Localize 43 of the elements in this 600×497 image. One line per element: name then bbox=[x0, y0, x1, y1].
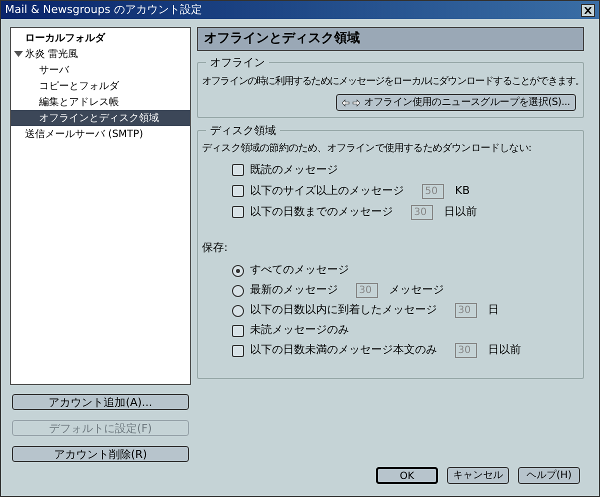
unit-label: 日以前 bbox=[488, 342, 521, 358]
option-label: 以下の日数以内に到着したメッセージ bbox=[250, 302, 437, 318]
tree-item[interactable]: コピーとフォルダ bbox=[37, 78, 121, 94]
disk-intro: ディスク領域の節約のため、オフラインで使用するためダウンロードしない: bbox=[202, 142, 532, 156]
twisty-icon[interactable] bbox=[14, 51, 23, 57]
offline-description: オフラインの時に利用するためにメッセージをローカルにダウンロードすることができます。 bbox=[202, 74, 584, 89]
checkbox[interactable] bbox=[232, 164, 244, 176]
window-title: Mail & Newsgroups のアカウント設定 bbox=[5, 2, 202, 18]
tree-item[interactable]: サーバ bbox=[37, 62, 71, 78]
account-button[interactable]: アカウント追加(A)... bbox=[12, 394, 189, 410]
option-label: 最新のメッセージ bbox=[250, 282, 338, 298]
radio-button[interactable] bbox=[232, 284, 244, 296]
unit-label: KB bbox=[455, 182, 470, 199]
tree-item[interactable]: 編集とアドレス帳 bbox=[37, 94, 121, 110]
unit-label: 日以前 bbox=[444, 204, 477, 220]
radio-button[interactable] bbox=[232, 304, 244, 316]
tree-item[interactable]: オフラインとディスク領域 bbox=[37, 110, 161, 126]
page-title: オフラインとディスク領域 bbox=[197, 27, 584, 51]
option-label: 未読メッセージのみ bbox=[250, 322, 349, 338]
option-label: 以下の日数までのメッセージ bbox=[250, 204, 393, 220]
close-icon bbox=[584, 6, 592, 14]
radio-button[interactable] bbox=[232, 264, 244, 276]
keep-label: 保存: bbox=[202, 240, 228, 256]
checkbox[interactable] bbox=[232, 206, 244, 218]
dialog-button[interactable]: ヘルプ(H) bbox=[518, 467, 580, 484]
unit-label: 日 bbox=[488, 302, 499, 318]
option-label: 既読のメッセージ bbox=[250, 162, 338, 178]
tree-item[interactable]: ローカルフォルダ bbox=[23, 30, 107, 46]
close-button[interactable] bbox=[581, 4, 595, 16]
tree-item[interactable]: 送信メールサーバ (SMTP) bbox=[23, 126, 146, 142]
dialog-button[interactable]: OK bbox=[376, 467, 438, 484]
account-button[interactable]: アカウント削除(R) bbox=[12, 446, 189, 462]
unit-label: メッセージ bbox=[389, 282, 444, 298]
checkbox[interactable] bbox=[232, 185, 244, 197]
dialog-button[interactable]: キャンセル bbox=[447, 467, 509, 484]
option-label: すべてのメッセージ bbox=[250, 262, 349, 278]
checkbox[interactable] bbox=[232, 344, 244, 356]
option-label: 以下のサイズ以上のメッセージ bbox=[250, 182, 404, 199]
option-label: 以下の日数未満のメッセージ本文のみ bbox=[250, 342, 437, 358]
checkbox[interactable] bbox=[232, 324, 244, 336]
select-newsgroups-button[interactable]: オフライン使用のニュースグループを選択(S)... bbox=[336, 94, 576, 111]
tree-item[interactable]: 氷炎 雷光風 bbox=[23, 46, 80, 62]
sync-arrows-icon bbox=[342, 98, 360, 106]
